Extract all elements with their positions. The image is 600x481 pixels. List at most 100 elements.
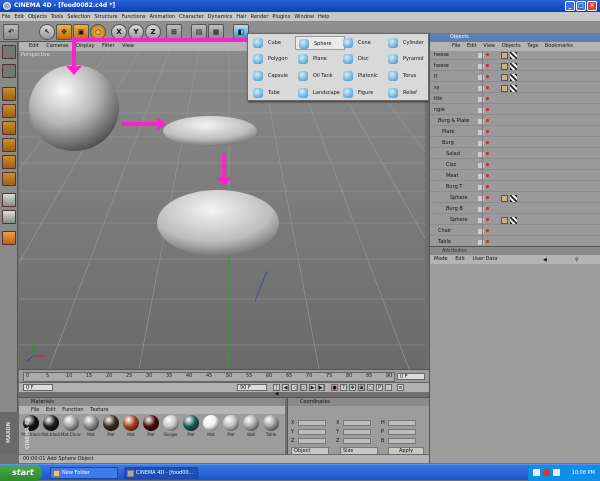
visibility-toggle-icon[interactable]	[478, 207, 484, 212]
om-menu-edit[interactable]: Edit	[467, 43, 477, 49]
rotation-h-field[interactable]	[388, 420, 416, 426]
use-object-tool-icon[interactable]	[2, 64, 16, 78]
rotation-b-field[interactable]	[388, 438, 416, 444]
position-x-field[interactable]	[298, 420, 326, 426]
menu-item-disc[interactable]: Disc	[340, 52, 390, 66]
close-button[interactable]: ×	[587, 1, 597, 11]
render-toggle-icon[interactable]	[486, 53, 489, 56]
material-swatch[interactable]	[263, 415, 279, 431]
timeline-options-icon[interactable]: ≡	[397, 384, 404, 391]
move-icon[interactable]: ✥	[56, 24, 72, 40]
search-icon[interactable]: ⚲	[575, 256, 579, 265]
parameter-key-icon[interactable]: P	[376, 384, 383, 391]
goto-start-icon[interactable]: |◀	[273, 384, 280, 397]
phong-tag-icon[interactable]	[510, 63, 517, 70]
menu-render[interactable]: Render	[249, 12, 271, 22]
menu-selection[interactable]: Selection	[65, 12, 92, 22]
rotation-key-icon[interactable]: ○	[367, 384, 374, 391]
menu-functions[interactable]: Functions	[120, 12, 148, 22]
object-tree-row[interactable]: lf	[430, 73, 600, 82]
render-toggle-icon[interactable]	[486, 152, 489, 155]
visibility-toggle-icon[interactable]	[478, 119, 484, 124]
render-toggle-icon[interactable]	[486, 141, 489, 144]
mat-menu-function[interactable]: Function	[62, 407, 83, 413]
snap-tool-icon[interactable]	[2, 193, 16, 207]
undo-icon[interactable]: ↶	[3, 24, 19, 40]
menu-item-polygon[interactable]: Polygon	[250, 52, 300, 66]
texture-tag-icon[interactable]	[501, 52, 508, 59]
render-toggle-icon[interactable]	[486, 163, 489, 166]
phong-tag-icon[interactable]	[510, 217, 517, 224]
end-frame-field[interactable]: 90 F	[237, 384, 267, 391]
object-tree-row[interactable]: Plate	[430, 128, 600, 137]
om-menu-tags[interactable]: Tags	[527, 43, 538, 49]
object-tree-row[interactable]: Sphere	[430, 216, 600, 225]
om-menu-file[interactable]: File	[452, 43, 460, 49]
viewport-menu-filter[interactable]: Filter	[102, 43, 114, 49]
object-tree-row[interactable]: Burg T	[430, 183, 600, 192]
object-axis-tool-icon[interactable]	[2, 155, 16, 169]
texture-tag-icon[interactable]	[501, 63, 508, 70]
viewport-menu-display[interactable]: Display	[76, 43, 94, 49]
visibility-toggle-icon[interactable]	[478, 97, 484, 102]
visibility-toggle-icon[interactable]	[478, 152, 484, 157]
phong-tag-icon[interactable]	[510, 74, 517, 81]
position-z-field[interactable]	[298, 438, 326, 444]
render-toggle-icon[interactable]	[486, 229, 489, 232]
visibility-toggle-icon[interactable]	[478, 196, 484, 201]
render-toggle-icon[interactable]	[486, 130, 489, 133]
back-arrow-icon[interactable]: ◀	[543, 256, 547, 265]
visibility-toggle-icon[interactable]	[478, 163, 484, 168]
points-tool-icon[interactable]	[2, 87, 16, 101]
object-tree-row[interactable]: Meat	[430, 172, 600, 181]
om-menu-bookmarks[interactable]: Bookmarks	[545, 43, 573, 49]
mat-menu-file[interactable]: File	[31, 407, 39, 413]
material-swatch[interactable]	[223, 415, 239, 431]
key-icon[interactable]: ?	[340, 384, 347, 391]
texture-tag-icon[interactable]	[501, 217, 508, 224]
texture-tag-icon[interactable]	[501, 85, 508, 92]
material-swatch[interactable]	[203, 415, 219, 431]
position-key-icon[interactable]: ✥	[349, 384, 356, 391]
goto-end-icon[interactable]: ▶|	[318, 384, 325, 391]
record-icon[interactable]: ●	[331, 384, 338, 391]
maximize-button[interactable]: □	[576, 1, 586, 11]
visibility-toggle-icon[interactable]	[478, 229, 484, 234]
menu-character[interactable]: Character	[177, 12, 206, 22]
om-menu-view[interactable]: View	[483, 43, 495, 49]
animation-tool-icon[interactable]	[2, 172, 16, 186]
render-toggle-icon[interactable]	[486, 240, 489, 243]
menu-dynamics[interactable]: Dynamics	[206, 12, 235, 22]
object-tree-row[interactable]: Salad	[430, 150, 600, 159]
render-toggle-icon[interactable]	[486, 64, 489, 67]
object-tree-row[interactable]: Burg B	[430, 205, 600, 214]
current-frame-field[interactable]: 0 F	[397, 373, 425, 380]
menu-structure[interactable]: Structure	[92, 12, 119, 22]
render-toggle-icon[interactable]	[486, 108, 489, 111]
menu-item-tube[interactable]: Tube	[250, 86, 300, 100]
workplane-tool-icon[interactable]	[2, 210, 16, 224]
visibility-toggle-icon[interactable]	[478, 141, 484, 146]
viewport-menu-view[interactable]: View	[122, 43, 134, 49]
material-swatch[interactable]	[243, 415, 259, 431]
visibility-toggle-icon[interactable]	[478, 75, 484, 80]
menu-item-cube[interactable]: Cube	[250, 36, 300, 50]
menu-edit[interactable]: Edit	[12, 12, 26, 22]
menu-window[interactable]: Window	[292, 12, 316, 22]
phong-tag-icon[interactable]	[510, 52, 517, 59]
om-menu-objects[interactable]: Objects	[502, 43, 521, 49]
menu-plugins[interactable]: Plugins	[270, 12, 292, 22]
render-toggle-icon[interactable]	[486, 196, 489, 199]
soft-selection-tool-icon[interactable]	[2, 231, 16, 245]
render-toggle-icon[interactable]	[486, 218, 489, 221]
attr-menu-edit[interactable]: Edit	[455, 256, 465, 262]
object-tree-row[interactable]: ttle	[430, 95, 600, 104]
menu-item-platonic[interactable]: Platonic	[340, 69, 390, 83]
material-swatch[interactable]	[103, 415, 119, 431]
material-swatch[interactable]	[83, 415, 99, 431]
rotation-p-field[interactable]	[388, 429, 416, 435]
menu-tools[interactable]: Tools	[49, 12, 65, 22]
render-toggle-icon[interactable]	[486, 185, 489, 188]
object-tree-row[interactable]: ngle	[430, 106, 600, 115]
visibility-toggle-icon[interactable]	[478, 130, 484, 135]
